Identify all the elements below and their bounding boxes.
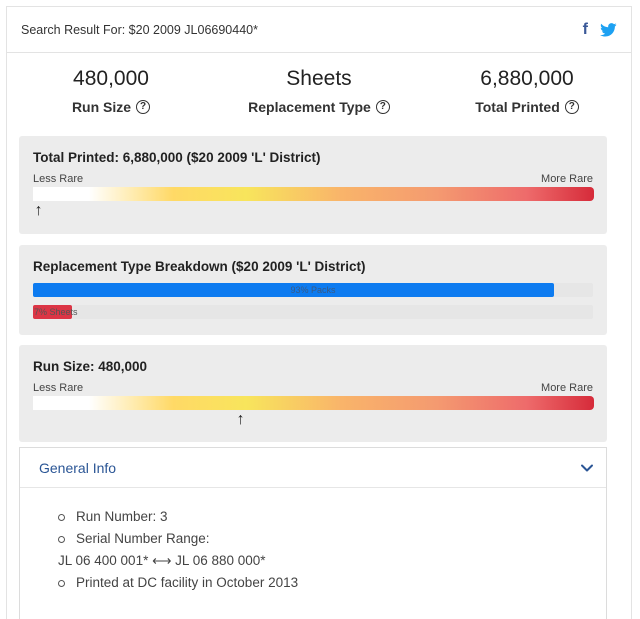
list-item: Serial Number Range: JL 06 400 001* ⟷ JL…: [58, 528, 606, 572]
less-rare-label: Less Rare: [33, 173, 84, 185]
run-size-panel: Run Size: 480,000 Less Rare More Rare ↑: [19, 345, 607, 442]
help-icon[interactable]: ?: [136, 100, 151, 114]
help-icon[interactable]: ?: [375, 100, 390, 114]
less-rare-label: Less Rare: [33, 382, 84, 394]
general-info-list: Run Number: 3 Serial Number Range: JL 06…: [58, 506, 606, 594]
twitter-icon[interactable]: [600, 22, 617, 37]
rarity-gradient-bar: [33, 187, 594, 201]
serial-range-label: Serial Number Range:: [76, 531, 210, 546]
replacement-type-label-row: Replacement Type ?: [219, 99, 419, 115]
total-printed-panel: Total Printed: 6,880,000 ($20 2009 'L' D…: [19, 136, 607, 234]
replacement-breakdown-panel: Replacement Type Breakdown ($20 2009 'L'…: [19, 245, 607, 335]
search-result-title: Search Result For: $20 2009 JL06690440*: [21, 22, 258, 37]
sheets-progress-label: 7% Sheets: [34, 307, 78, 317]
packs-progress-label: 93% Packs: [290, 285, 336, 295]
packs-progress-track: 93% Packs: [33, 283, 593, 297]
general-info-header[interactable]: General Info: [20, 448, 606, 488]
general-info-heading: General Info: [39, 459, 117, 476]
stat-replacement-type: Sheets Replacement Type ?: [219, 67, 419, 135]
help-icon[interactable]: ?: [564, 100, 579, 114]
stat-total-printed: 6,880,000 Total Printed ?: [427, 67, 627, 135]
general-info-accordion: General Info Run Number: 3 Serial Number…: [19, 447, 607, 619]
rarity-scale-labels: Less Rare More Rare: [33, 382, 593, 394]
run-size-value: 480,000: [73, 67, 149, 90]
chevron-down-icon[interactable]: [580, 461, 594, 475]
serial-range-value: JL 06 400 001* ⟷ JL 06 880 000*: [58, 553, 266, 568]
total-printed-panel-title: Total Printed: 6,880,000 ($20 2009 'L' D…: [33, 150, 321, 165]
total-printed-label-row: Total Printed ?: [427, 99, 627, 115]
run-size-label: Run Size: [71, 99, 132, 115]
result-header: Search Result For: $20 2009 JL06690440* …: [7, 7, 631, 53]
replacement-type-value: Sheets: [286, 67, 352, 90]
list-item: Printed at DC facility in October 2013: [58, 572, 606, 594]
run-size-label-row: Run Size ?: [11, 99, 211, 115]
rarity-scale-labels: Less Rare More Rare: [33, 173, 593, 185]
total-printed-label: Total Printed: [475, 99, 560, 115]
more-rare-label: More Rare: [541, 173, 593, 185]
print-facility-text: Printed at DC facility in October 2013: [76, 575, 299, 590]
run-number-text: Run Number: 3: [76, 509, 168, 524]
stats-row: 480,000 Run Size ? Sheets Replacement Ty…: [7, 53, 631, 135]
sheets-progress-track: 7% Sheets: [33, 305, 593, 319]
more-rare-label: More Rare: [541, 382, 593, 394]
stat-run-size: 480,000 Run Size ?: [11, 67, 211, 135]
total-printed-value: 6,880,000: [480, 67, 574, 90]
list-item: Run Number: 3: [58, 506, 606, 528]
social-share: f: [583, 21, 617, 39]
rarity-gradient-bar: [33, 396, 594, 410]
breakdown-panel-title: Replacement Type Breakdown ($20 2009 'L'…: [33, 259, 366, 274]
rarity-marker-up-arrow-icon: ↑: [236, 411, 245, 428]
facebook-icon[interactable]: f: [583, 21, 588, 39]
rarity-marker-up-arrow-icon: ↑: [34, 202, 43, 219]
replacement-type-label: Replacement Type: [248, 99, 371, 115]
run-size-panel-title: Run Size: 480,000: [33, 359, 148, 374]
